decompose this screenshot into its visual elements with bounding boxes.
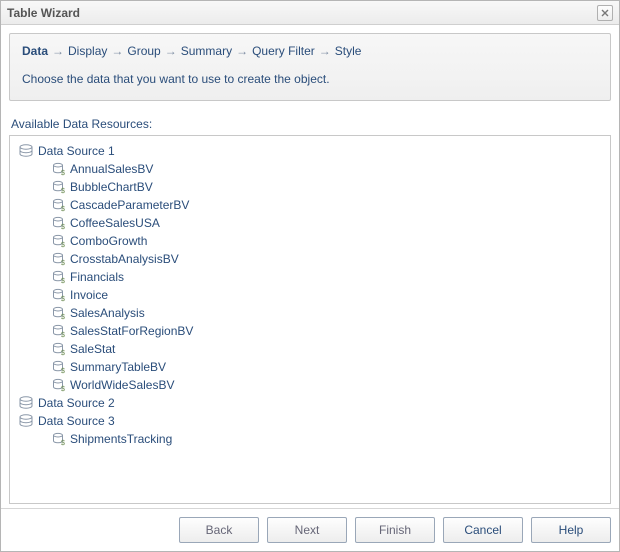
close-button[interactable] <box>597 5 613 21</box>
data-item-label: ComboGrowth <box>66 234 147 248</box>
data-item-label: AnnualSalesBV <box>66 162 153 176</box>
data-item-label: SalesAnalysis <box>66 306 145 320</box>
svg-text:$: $ <box>61 314 65 320</box>
dataset-icon: $ <box>52 306 66 320</box>
breadcrumb-step: Style <box>335 44 362 58</box>
dataset-icon: $ <box>52 162 66 176</box>
breadcrumb-step: Display <box>68 44 107 58</box>
breadcrumb-panel: Data → Display → Group → Summary → Query Filter →… <box>9 33 611 101</box>
button-row: Back Next Finish Cancel Help <box>1 508 619 551</box>
data-item-label: CrosstabAnalysisBV <box>66 252 179 266</box>
data-item-node[interactable]: $SummaryTableBV <box>14 358 606 376</box>
svg-text:$: $ <box>61 278 65 284</box>
data-source-node[interactable]: Data Source 2 <box>14 394 606 412</box>
data-source-node[interactable]: Data Source 3 <box>14 412 606 430</box>
data-item-label: ShipmentsTracking <box>66 432 172 446</box>
close-icon <box>601 9 609 17</box>
dataset-icon: $ <box>52 270 66 284</box>
dataset-icon: $ <box>52 342 66 356</box>
data-item-node[interactable]: $SaleStat <box>14 340 606 358</box>
dataset-icon: $ <box>52 432 66 446</box>
data-item-label: Financials <box>66 270 124 284</box>
data-item-node[interactable]: $CascadeParameterBV <box>14 196 606 214</box>
data-item-node[interactable]: $Financials <box>14 268 606 286</box>
breadcrumb-step: Group <box>127 44 160 58</box>
data-source-node[interactable]: Data Source 1 <box>14 142 606 160</box>
data-item-label: SalesStatForRegionBV <box>66 324 193 338</box>
dataset-icon: $ <box>52 216 66 230</box>
content-area: Data → Display → Group → Summary → Query Filter →… <box>1 25 619 508</box>
data-item-node[interactable]: $ShipmentsTracking <box>14 430 606 448</box>
dataset-icon: $ <box>52 360 66 374</box>
breadcrumb-step: Query Filter <box>252 44 315 58</box>
wizard-window: Table Wizard Data → Display → Group → Summary →… <box>0 0 620 552</box>
help-button[interactable]: Help <box>531 517 611 543</box>
svg-text:$: $ <box>61 206 65 212</box>
arrow-icon: → <box>165 44 177 58</box>
data-item-label: SummaryTableBV <box>66 360 166 374</box>
breadcrumb-step: Data <box>22 44 48 58</box>
cancel-button[interactable]: Cancel <box>443 517 523 543</box>
data-item-label: CascadeParameterBV <box>66 198 189 212</box>
data-item-label: SaleStat <box>66 342 115 356</box>
dataset-icon: $ <box>52 234 66 248</box>
data-item-label: Invoice <box>66 288 108 302</box>
svg-text:$: $ <box>61 350 65 356</box>
data-item-node[interactable]: $WorldWideSalesBV <box>14 376 606 394</box>
dataset-icon: $ <box>52 288 66 302</box>
data-item-node[interactable]: $SalesStatForRegionBV <box>14 322 606 340</box>
database-icon <box>18 396 34 410</box>
svg-text:$: $ <box>61 440 65 446</box>
breadcrumb: Data → Display → Group → Summary → Query Filter →… <box>22 44 598 58</box>
dataset-icon: $ <box>52 252 66 266</box>
arrow-icon: → <box>236 44 248 58</box>
dataset-icon: $ <box>52 324 66 338</box>
svg-text:$: $ <box>61 368 65 374</box>
breadcrumb-step: Summary <box>181 44 232 58</box>
dataset-icon: $ <box>52 180 66 194</box>
next-button[interactable]: Next <box>267 517 347 543</box>
svg-text:$: $ <box>61 188 65 194</box>
data-source-label: Data Source 2 <box>34 396 115 410</box>
arrow-icon: → <box>111 44 123 58</box>
data-item-node[interactable]: $Invoice <box>14 286 606 304</box>
data-item-node[interactable]: $CoffeeSalesUSA <box>14 214 606 232</box>
resources-tree[interactable]: Data Source 1$AnnualSalesBV$BubbleChartB… <box>9 135 611 504</box>
back-button[interactable]: Back <box>179 517 259 543</box>
svg-text:$: $ <box>61 170 65 176</box>
dataset-icon: $ <box>52 378 66 392</box>
available-resources-label: Available Data Resources: <box>11 117 611 131</box>
instruction-text: Choose the data that you want to use to … <box>22 72 598 86</box>
svg-text:$: $ <box>61 386 65 392</box>
data-item-node[interactable]: $AnnualSalesBV <box>14 160 606 178</box>
arrow-icon: → <box>319 44 331 58</box>
svg-text:$: $ <box>61 332 65 338</box>
data-source-label: Data Source 1 <box>34 144 115 158</box>
data-item-node[interactable]: $SalesAnalysis <box>14 304 606 322</box>
database-icon <box>18 144 34 158</box>
data-item-label: CoffeeSalesUSA <box>66 216 160 230</box>
svg-text:$: $ <box>61 260 65 266</box>
svg-text:$: $ <box>61 224 65 230</box>
window-title: Table Wizard <box>7 6 597 20</box>
dataset-icon: $ <box>52 198 66 212</box>
data-item-node[interactable]: $ComboGrowth <box>14 232 606 250</box>
data-item-label: WorldWideSalesBV <box>66 378 174 392</box>
data-item-label: BubbleChartBV <box>66 180 153 194</box>
svg-text:$: $ <box>61 296 65 302</box>
svg-text:$: $ <box>61 242 65 248</box>
titlebar: Table Wizard <box>1 1 619 25</box>
data-source-label: Data Source 3 <box>34 414 115 428</box>
database-icon <box>18 414 34 428</box>
arrow-icon: → <box>52 44 64 58</box>
data-item-node[interactable]: $BubbleChartBV <box>14 178 606 196</box>
data-item-node[interactable]: $CrosstabAnalysisBV <box>14 250 606 268</box>
finish-button[interactable]: Finish <box>355 517 435 543</box>
